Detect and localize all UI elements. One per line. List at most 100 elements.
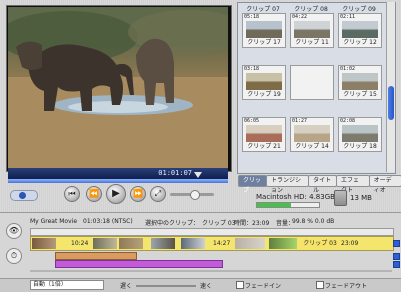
clip-duration-a: 10:24: [71, 240, 89, 247]
clip-name: クリップ 21: [247, 143, 281, 150]
clip-thumbnail: [294, 21, 330, 38]
clip-name: クリップ 15: [343, 91, 377, 98]
fullscreen-play-button[interactable]: ⤢: [150, 186, 166, 202]
fade-out-label: フェードアウト: [325, 283, 368, 290]
tab-transitions[interactable]: トランジション: [265, 175, 310, 194]
timeline-header: My Great Movie 01:03:18 (NTSC) 選択中のクリップ：…: [30, 218, 390, 228]
volume-slider[interactable]: [170, 190, 214, 200]
mode-switch-knob[interactable]: [19, 192, 26, 199]
volume-value: 99.8 % 0.0 dB: [292, 218, 335, 225]
eye-icon[interactable]: 👁: [6, 223, 22, 239]
clip-thumbnail: [342, 73, 378, 90]
selected-clip-name: クリップ 03: [202, 220, 236, 227]
clip-tile[interactable]: 05:18 クリップ 17: [242, 13, 286, 48]
clip-tile[interactable]: [290, 65, 334, 100]
speed-fast-label: 速く: [200, 283, 213, 290]
timeline-clip[interactable]: [181, 238, 205, 249]
audio-track-2[interactable]: [55, 260, 223, 268]
clip-tile[interactable]: 04:22 クリップ 11: [290, 13, 334, 48]
playhead-icon[interactable]: [194, 172, 202, 178]
clip-top-label-3: クリップ 09: [342, 6, 376, 13]
video-track[interactable]: 10:24 14:27 クリップ 03 23:09: [30, 236, 394, 251]
speed-slow-label: 遅く: [120, 283, 133, 290]
play-button[interactable]: ▶: [106, 184, 126, 204]
tab-audio[interactable]: オーディオ: [368, 175, 401, 194]
clip-thumbnail: [342, 125, 378, 142]
timeline-clip[interactable]: [235, 238, 265, 249]
tab-effects[interactable]: エフェクト: [336, 175, 370, 194]
tab-clips[interactable]: クリップ: [238, 175, 267, 194]
clip-tile[interactable]: 01:27 クリップ 14: [290, 117, 334, 152]
clip-thumbnail: [246, 125, 282, 142]
timeline-scrollbar[interactable]: [30, 270, 392, 272]
go-to-start-button[interactable]: ⏮: [64, 186, 80, 202]
tab-titles[interactable]: タイトル: [308, 175, 337, 194]
clip-duration: 01:02: [340, 66, 356, 72]
clip-top-label-1: クリップ 07: [246, 6, 280, 13]
disk-free-size: 13 MB: [350, 194, 372, 202]
clip-name: クリップ 17: [247, 39, 281, 46]
zoom-select[interactable]: 自動（1倍）: [30, 280, 104, 290]
clock-icon[interactable]: ⏱: [6, 248, 22, 264]
clip-duration: 04:22: [292, 14, 308, 20]
scrollbar-thumb[interactable]: [388, 86, 394, 120]
selected-clip-label-on-track[interactable]: クリップ 03: [299, 238, 341, 249]
video-preview: [8, 7, 228, 168]
timeline-clip[interactable]: [119, 238, 143, 249]
shelf-scrollbar[interactable]: [386, 2, 395, 172]
audio-track-1-checkbox[interactable]: [393, 253, 400, 260]
timeline-clip[interactable]: [93, 238, 117, 249]
clip-duration: 01:27: [292, 118, 308, 124]
elephant-scene: [8, 7, 228, 168]
timeline-ruler[interactable]: [30, 228, 394, 236]
clip-duration-b: 14:27: [213, 240, 231, 247]
monitor-scrubber[interactable]: 01:01:07: [8, 168, 228, 179]
disk-usage-bar: [256, 202, 320, 208]
clip-tile[interactable]: 06:05 クリップ 21: [242, 117, 286, 152]
timeline-clip[interactable]: [269, 238, 297, 249]
selected-clip-duration: 23:09: [341, 240, 359, 247]
timeline-clip[interactable]: [151, 238, 175, 249]
movie-name: My Great Movie: [30, 218, 78, 225]
rewind-button[interactable]: ⏪: [86, 186, 102, 202]
shelf-tabs: クリップ トランジション タイトル エフェクト オーディオ: [238, 175, 401, 194]
clip-tile[interactable]: 01:02 クリップ 15: [338, 65, 382, 100]
fade-in-label: フェードイン: [245, 283, 282, 290]
camera-edit-mode-switch[interactable]: [10, 190, 38, 201]
clip-thumbnail: [246, 73, 282, 90]
fade-out-checkbox[interactable]: [316, 281, 324, 289]
selected-clip-time: 時間：23:09: [234, 220, 270, 227]
speed-slider[interactable]: [136, 285, 196, 287]
clip-name: クリップ 14: [295, 143, 329, 150]
scrub-bar[interactable]: [8, 179, 228, 183]
clip-name: クリップ 19: [247, 91, 281, 98]
audio-track-1[interactable]: [55, 252, 137, 260]
disk-usage-fill: [257, 203, 291, 207]
clip-duration: 03:18: [244, 66, 260, 72]
clip-duration: 02:08: [340, 118, 356, 124]
clip-name: クリップ 18: [343, 143, 377, 150]
clip-thumbnail: [294, 125, 330, 142]
clip-duration: 06:05: [244, 118, 260, 124]
clip-name: クリップ 11: [295, 39, 329, 46]
fast-forward-button[interactable]: ⏩: [130, 186, 146, 202]
movie-time: 01:03:18 (NTSC): [83, 218, 133, 225]
timecode-display: 01:01:07: [158, 169, 192, 177]
clip-tile[interactable]: 03:18 クリップ 19: [242, 65, 286, 100]
clip-thumbnail: [342, 21, 378, 38]
video-track-checkbox[interactable]: [393, 240, 400, 247]
clip-tile[interactable]: 02:08 クリップ 18: [338, 117, 382, 152]
clip-duration: 05:18: [244, 14, 260, 20]
audio-track-2-checkbox[interactable]: [393, 261, 400, 268]
volume-knob[interactable]: [190, 190, 200, 200]
clip-tile[interactable]: 02:11 クリップ 12: [338, 13, 382, 48]
disk-label: Macintosh HD: 4.83GB: [256, 193, 335, 201]
clip-shelf: クリップ 07 クリップ 08 クリップ 09 05:18 クリップ 17 04:2…: [237, 2, 396, 174]
clip-name: クリップ 12: [343, 39, 377, 46]
clip-thumbnail: [246, 21, 282, 38]
clip-top-label-2: クリップ 08: [294, 6, 328, 13]
trash-icon[interactable]: [334, 190, 347, 206]
fade-in-checkbox[interactable]: [236, 281, 244, 289]
clip-duration: 02:11: [340, 14, 356, 20]
timeline-clip[interactable]: [32, 238, 56, 249]
